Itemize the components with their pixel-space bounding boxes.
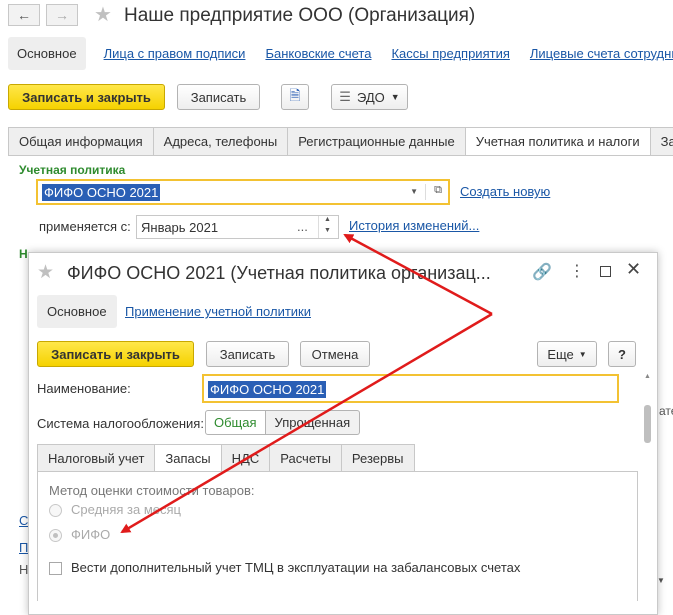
arrow-to-applies-from xyxy=(343,233,493,316)
arrow-to-fifo-option xyxy=(120,312,493,534)
annotation-arrows xyxy=(120,233,493,534)
